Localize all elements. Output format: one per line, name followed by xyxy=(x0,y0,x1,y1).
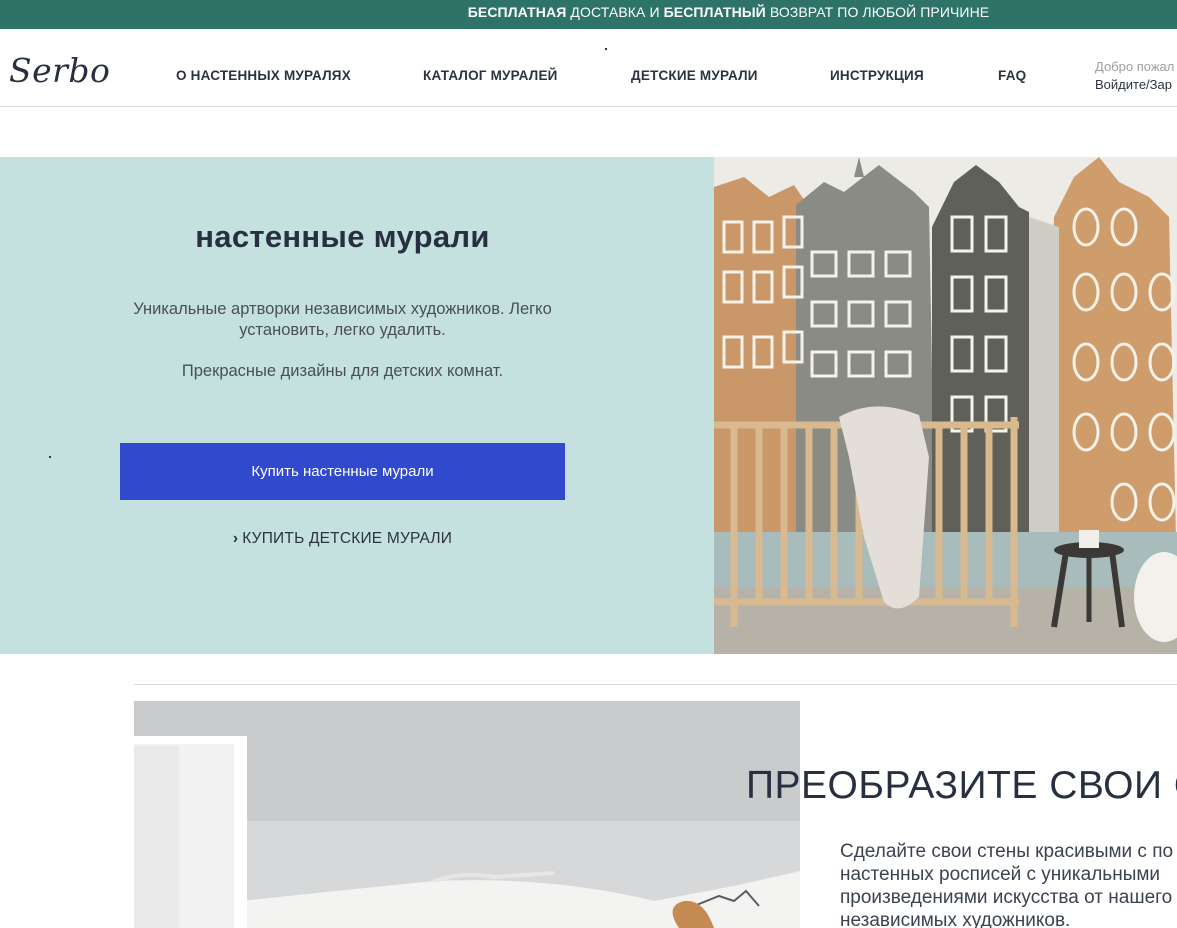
hero-description: Уникальные артворки независимых художник… xyxy=(133,300,552,339)
section-divider xyxy=(134,684,1177,685)
promo-free-shipping: БЕСПЛАТНАЯ xyxy=(467,4,567,20)
hero-subtitle: Прекрасные дизайны для детских комнат. xyxy=(181,362,504,380)
nav-about-murals[interactable]: О НАСТЕННЫХ МУРАЛЯХ xyxy=(176,68,351,83)
promo-text: БЕСПЛАТНАЯ ДОСТАВКА И БЕСПЛАТНЫЙ ВОЗВРАТ… xyxy=(0,0,1177,29)
logo[interactable]: Serbo xyxy=(9,51,110,90)
site-header: Serbo О НАСТЕННЫХ МУРАЛЯХ КАТАЛОГ МУРАЛЕ… xyxy=(0,29,1177,107)
hero-title: настенные мурали xyxy=(195,219,490,254)
nav-kids-murals[interactable]: ДЕТСКИЕ МУРАЛИ xyxy=(631,68,758,83)
hero-text-panel: настенные мурали Уникальные артворки нез… xyxy=(0,157,714,654)
hero-nursery-image xyxy=(714,157,1177,654)
hero-section: настенные мурали Уникальные артворки нез… xyxy=(0,157,1177,654)
promo-text-part2: ВОЗВРАТ ПО ЛЮБОЙ ПРИЧИНЕ xyxy=(765,4,990,20)
shop-murals-button[interactable]: Купить настенные мурали xyxy=(120,443,565,500)
shop-kids-murals-link[interactable]: › КУПИТЬ ДЕТСКИЕ МУРАЛИ xyxy=(0,530,685,548)
transform-text: Сделайте свои стены красивыми с по насте… xyxy=(840,841,1174,928)
promo-text-part1: ДОСТАВКА И xyxy=(566,4,664,20)
nav-mural-catalog[interactable]: КАТАЛОГ МУРАЛЕЙ xyxy=(423,68,558,83)
bedroom-mural-image xyxy=(134,701,800,928)
account-greeting: Добро пожал xyxy=(1095,59,1175,74)
shop-kids-murals-label: КУПИТЬ ДЕТСКИЕ МУРАЛИ xyxy=(242,530,453,547)
nav-faq[interactable]: FAQ xyxy=(998,68,1026,83)
stray-dot xyxy=(605,48,607,50)
promo-free-returns: БЕСПЛАТНЫЙ xyxy=(663,4,766,20)
mountain-mural-illustration xyxy=(134,701,800,928)
nursery-mural-illustration xyxy=(714,157,1177,654)
stray-dot xyxy=(49,456,51,458)
login-link[interactable]: Войдите/Зар xyxy=(1095,75,1174,94)
chevron-right-icon: › xyxy=(232,530,239,547)
nav-instructions[interactable]: ИНСТРУКЦИЯ xyxy=(830,68,924,83)
promo-bar: БЕСПЛАТНАЯ ДОСТАВКА И БЕСПЛАТНЫЙ ВОЗВРАТ… xyxy=(0,0,1177,29)
transform-heading: ПРЕОБРАЗИТЕ СВОИ С xyxy=(746,764,1177,807)
account-area: Добро пожал Войдите/Зар xyxy=(1095,58,1174,94)
